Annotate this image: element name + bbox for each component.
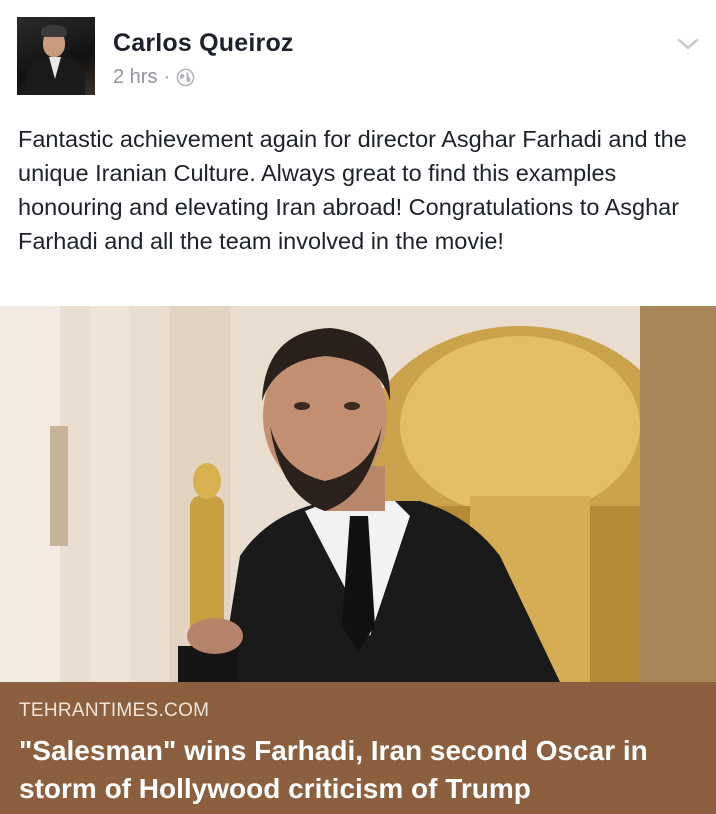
post-time[interactable]: 2 hrs	[113, 66, 157, 89]
link-preview-image[interactable]	[0, 306, 716, 682]
link-caption[interactable]: TEHRANTIMES.COM "Salesman" wins Farhadi,…	[0, 682, 716, 814]
avatar-hair	[41, 25, 67, 37]
post-text: Fantastic achievement again for director…	[18, 126, 687, 254]
globe-icon	[176, 68, 195, 87]
chevron-down-icon[interactable]	[676, 36, 700, 52]
post-header: Carlos Queiroz 2 hrs ·	[0, 0, 716, 110]
link-preview-card[interactable]: TEHRANTIMES.COM "Salesman" wins Farhadi,…	[0, 306, 716, 814]
post-meta: 2 hrs ·	[113, 66, 195, 89]
author-name[interactable]: Carlos Queiroz	[113, 29, 294, 58]
avatar[interactable]	[17, 17, 95, 95]
link-title[interactable]: "Salesman" wins Farhadi, Iran second Osc…	[19, 732, 709, 808]
link-domain: TEHRANTIMES.COM	[19, 700, 210, 721]
oscar-photo-illustration	[0, 306, 716, 682]
meta-separator: ·	[163, 66, 171, 88]
